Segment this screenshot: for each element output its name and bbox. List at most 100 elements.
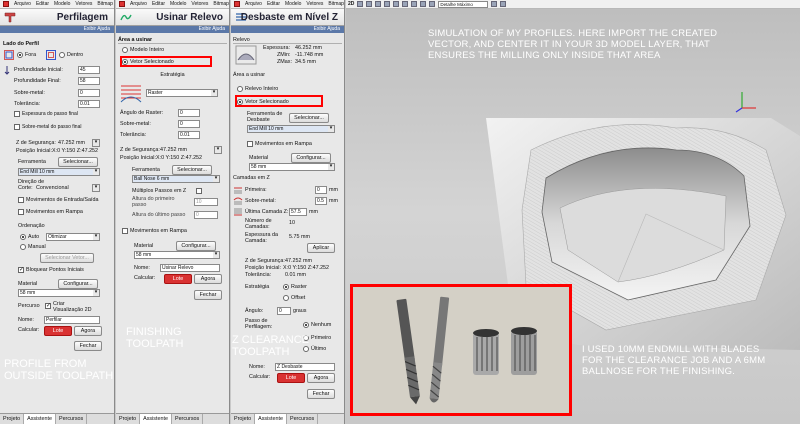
tab-project[interactable]: Projeto: [231, 414, 256, 424]
outside-radio[interactable]: [17, 52, 23, 58]
ramp-moves-checkbox[interactable]: [18, 209, 24, 215]
tool-name-field[interactable]: End Mill 10 mm: [247, 125, 335, 133]
model-radio[interactable]: [122, 47, 128, 53]
raster-angle-input[interactable]: 0: [178, 109, 200, 117]
now-button[interactable]: Agora: [194, 274, 222, 284]
manual-radio[interactable]: [20, 244, 26, 250]
name-input[interactable]: Usinar Relevo: [160, 264, 220, 272]
tab-toolpaths[interactable]: Percursos: [56, 414, 88, 424]
material-value[interactable]: 58 mm: [18, 289, 100, 297]
relief-radio[interactable]: [237, 86, 243, 92]
inside-label: Dentro: [67, 52, 84, 58]
auto-radio[interactable]: [20, 234, 26, 240]
menu-item-vetores[interactable]: Vetores: [191, 1, 208, 7]
raster-radio[interactable]: [283, 284, 289, 290]
menu-item-arquivo[interactable]: Arquivo: [245, 1, 262, 7]
menu-item-editar[interactable]: Editar: [152, 1, 165, 7]
last-pass-input[interactable]: 0: [194, 211, 218, 219]
auto-label: Auto: [28, 234, 40, 240]
menu-item-arquivo[interactable]: Arquivo: [14, 1, 31, 7]
menu-item-vetores[interactable]: Vetores: [75, 1, 92, 7]
preview-checkbox[interactable]: [45, 302, 51, 309]
ramp-moves-checkbox[interactable]: [247, 141, 253, 147]
now-button[interactable]: Agora: [74, 326, 102, 336]
tab-toolpaths[interactable]: Percursos: [172, 414, 204, 424]
menu-item-bitmap[interactable]: Bitmap: [97, 1, 113, 7]
name-row: Nome: Z Desbaste: [231, 363, 344, 372]
block-points-checkbox[interactable]: [18, 266, 24, 273]
depth-start-input[interactable]: 45: [78, 66, 100, 74]
allowance-unit: mm: [329, 198, 338, 204]
tab-toolpaths[interactable]: Percursos: [287, 414, 319, 424]
batch-button[interactable]: Lote: [164, 274, 192, 284]
apply-button[interactable]: Aplicar: [307, 243, 335, 253]
menu-item-editar[interactable]: Editar: [267, 1, 280, 7]
safe-z-dropdown[interactable]: [92, 139, 100, 147]
last-pass-label: Altura do último passo: [132, 212, 186, 218]
help-link[interactable]: Exibir Ajuda: [231, 26, 344, 33]
tab-project[interactable]: Projeto: [116, 414, 141, 424]
material-value[interactable]: 58 mm: [134, 251, 220, 259]
allowance-input[interactable]: 0: [78, 89, 100, 97]
menu-item-editar[interactable]: Editar: [36, 1, 49, 7]
cut-dir-dropdown[interactable]: [92, 184, 100, 192]
menu-item-modelo[interactable]: Modelo: [170, 1, 186, 7]
tool-name-field[interactable]: Ball Nose 6 mm: [132, 175, 220, 183]
safe-z-dropdown[interactable]: [214, 146, 222, 154]
last-layer-input[interactable]: 57.5: [289, 208, 307, 216]
multi-pass-checkbox[interactable]: [196, 188, 202, 194]
config-material-button[interactable]: Configurar...: [176, 241, 216, 251]
close-button[interactable]: Fechar: [194, 290, 222, 300]
config-material-button[interactable]: Configurar...: [291, 153, 331, 163]
config-material-button[interactable]: Configurar...: [58, 279, 98, 289]
final-pass-allowance-checkbox[interactable]: [14, 124, 20, 130]
angle-input[interactable]: 0: [277, 307, 291, 315]
menu-item-arquivo[interactable]: Arquivo: [130, 1, 147, 7]
tool-name-field[interactable]: End Mill 10 mm: [18, 168, 100, 176]
pp-none-radio[interactable]: [303, 322, 309, 328]
tab-project[interactable]: Projeto: [0, 414, 25, 424]
tool-label: Ferramenta: [18, 159, 46, 165]
allowance-input[interactable]: 0.5: [315, 197, 327, 205]
menu-item-bitmap[interactable]: Bitmap: [213, 1, 229, 7]
menu-item-modelo[interactable]: Modelo: [285, 1, 301, 7]
close-button[interactable]: Fechar: [307, 389, 335, 399]
tolerance-label: Tolerância:: [14, 101, 41, 107]
tolerance-input[interactable]: 0.01: [78, 100, 100, 108]
first-layer-input[interactable]: 0: [315, 186, 327, 194]
select-tool-button[interactable]: Selecionar...: [172, 165, 212, 175]
depth-final-input[interactable]: 58: [78, 77, 100, 85]
menu-item-vetores[interactable]: Vetores: [306, 1, 323, 7]
final-pass-checkbox[interactable]: [14, 111, 20, 117]
select-vector-button[interactable]: Selecionar Vetor...: [40, 253, 94, 263]
panel-titlebar: Perfilagem: [0, 9, 114, 26]
name-label: Nome:: [134, 265, 150, 271]
select-tool-button[interactable]: Selecionar...: [289, 113, 329, 123]
strategy-row: Raster: [116, 89, 229, 98]
offset-radio[interactable]: [283, 295, 289, 301]
tab-assistant[interactable]: Assistente: [255, 414, 287, 424]
help-link[interactable]: Exibir Ajuda: [116, 26, 229, 33]
strategy-dropdown[interactable]: Raster: [146, 89, 218, 97]
close-button[interactable]: Fechar: [74, 341, 102, 351]
name-input[interactable]: Perfilar: [44, 316, 100, 324]
select-tool-button[interactable]: Selecionar...: [58, 157, 98, 167]
batch-button[interactable]: Lote: [277, 373, 305, 383]
path-row: Percurso Criar Visualização 2D: [0, 301, 114, 315]
menu-item-modelo[interactable]: Modelo: [54, 1, 70, 7]
material-value[interactable]: 58 mm: [249, 163, 335, 171]
batch-button[interactable]: Lote: [44, 326, 72, 336]
now-button[interactable]: Agora: [307, 373, 335, 383]
allowance-input[interactable]: 0: [178, 120, 200, 128]
first-pass-input[interactable]: 10: [194, 198, 218, 206]
tolerance-input[interactable]: 0.01: [178, 131, 200, 139]
ramp-moves-checkbox[interactable]: [122, 228, 128, 234]
menu-item-bitmap[interactable]: Bitmap: [328, 1, 344, 7]
tab-assistant[interactable]: Assistente: [24, 414, 56, 424]
help-link[interactable]: Exibir Ajuda: [0, 26, 114, 33]
order-dropdown[interactable]: Otimizar: [46, 233, 100, 241]
lead-moves-checkbox[interactable]: [18, 197, 24, 203]
tab-assistant[interactable]: Assistente: [140, 414, 172, 424]
name-input[interactable]: Z Desbaste: [275, 363, 335, 371]
inside-radio[interactable]: [59, 52, 65, 58]
